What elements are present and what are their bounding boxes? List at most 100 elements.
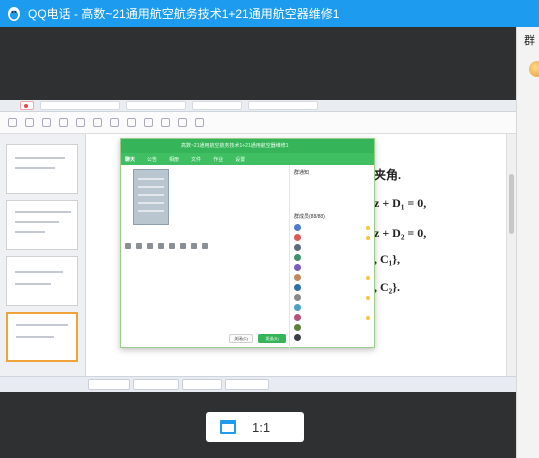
tab-favicon-icon bbox=[24, 103, 28, 108]
scrollbar-thumb[interactable] bbox=[509, 174, 514, 234]
taskbar-app[interactable] bbox=[88, 379, 130, 390]
taskbar-app[interactable] bbox=[133, 379, 179, 390]
toolbar-button[interactable] bbox=[93, 118, 102, 127]
taskbar-app[interactable] bbox=[225, 379, 269, 390]
folder-icon[interactable] bbox=[158, 243, 164, 249]
toolbar-button[interactable] bbox=[25, 118, 34, 127]
member-list-item[interactable] bbox=[294, 283, 372, 292]
admin-badge-icon bbox=[366, 275, 370, 280]
tab-notice[interactable]: 公告 bbox=[147, 156, 157, 163]
avatar bbox=[294, 224, 301, 231]
browser-tab[interactable] bbox=[40, 101, 120, 110]
member-list-item[interactable] bbox=[294, 233, 372, 242]
shared-screen: 夹角. z + D₁ = 0, z + D₂ = 0, , C₁}, , C₂}… bbox=[0, 100, 516, 392]
chat-image-message[interactable] bbox=[133, 169, 169, 225]
avatar bbox=[294, 324, 301, 331]
tab-album[interactable]: 相册 bbox=[169, 156, 179, 163]
avatar bbox=[294, 294, 301, 301]
avatar bbox=[294, 304, 301, 311]
member-list-item[interactable] bbox=[294, 253, 372, 262]
admin-badge-icon bbox=[366, 235, 370, 240]
hongbao-icon[interactable] bbox=[202, 243, 208, 249]
microphone-icon[interactable] bbox=[180, 243, 186, 249]
tab-chat[interactable]: 聊天 bbox=[125, 156, 135, 163]
avatar bbox=[294, 284, 301, 291]
document-toolbar bbox=[0, 112, 516, 134]
slide-text: z + D₂ = 0, bbox=[374, 226, 427, 240]
avatar bbox=[294, 254, 301, 261]
member-list-title: 群成员(88/88) bbox=[294, 214, 325, 220]
toolbar-button[interactable] bbox=[178, 118, 187, 127]
member-list-item[interactable] bbox=[294, 323, 372, 332]
close-button[interactable]: 关闭(C) bbox=[229, 334, 253, 343]
toolbar-button[interactable] bbox=[76, 118, 85, 127]
avatar bbox=[294, 264, 301, 271]
browser-tab[interactable] bbox=[248, 101, 318, 110]
chat-divider bbox=[289, 165, 290, 348]
browser-tab[interactable] bbox=[20, 101, 34, 110]
admin-badge-icon bbox=[366, 225, 370, 230]
slide-text: z + D₁ = 0, bbox=[374, 196, 427, 210]
qq-group-chat-window: 高数~21通用航空航务技术1+21通用航空器维修1 聊天 公告 相册 文件 作业… bbox=[120, 138, 375, 348]
toolbar-button[interactable] bbox=[127, 118, 136, 127]
toolbar-button[interactable] bbox=[110, 118, 119, 127]
member-list-item[interactable] bbox=[294, 293, 372, 302]
member-list-item[interactable] bbox=[294, 313, 372, 322]
gif-icon[interactable] bbox=[136, 243, 142, 249]
window-title: QQ电话 - 高数~21通用航空航务技术1+21通用航空器维修1 bbox=[28, 7, 340, 21]
tab-homework[interactable]: 作业 bbox=[213, 156, 223, 163]
emoji-icon[interactable] bbox=[125, 243, 131, 249]
browser-tab-strip bbox=[0, 100, 516, 112]
member-list-item[interactable] bbox=[294, 243, 372, 252]
browser-tab[interactable] bbox=[192, 101, 242, 110]
member-list-item[interactable] bbox=[294, 273, 372, 282]
tab-files[interactable]: 文件 bbox=[191, 156, 201, 163]
avatar bbox=[294, 334, 301, 341]
os-taskbar bbox=[0, 376, 516, 392]
slide-thumbnail[interactable] bbox=[6, 256, 78, 306]
member-avatar[interactable] bbox=[529, 61, 539, 77]
slide-thumbnail-selected[interactable] bbox=[6, 312, 78, 362]
toolbar-button[interactable] bbox=[144, 118, 153, 127]
admin-badge-icon bbox=[366, 295, 370, 300]
zoom-ratio-label[interactable]: 1:1 bbox=[252, 420, 270, 435]
slide-thumbnail[interactable] bbox=[6, 144, 78, 194]
group-notice-title: 群通知 bbox=[294, 170, 310, 176]
tab-settings[interactable]: 设置 bbox=[235, 156, 245, 163]
admin-badge-icon bbox=[366, 315, 370, 320]
window-icon[interactable] bbox=[220, 420, 236, 434]
member-list-item[interactable] bbox=[294, 333, 372, 342]
avatar bbox=[294, 274, 301, 281]
toolbar-button[interactable] bbox=[161, 118, 170, 127]
avatar bbox=[294, 244, 301, 251]
avatar bbox=[294, 314, 301, 321]
vertical-scrollbar[interactable] bbox=[506, 134, 516, 376]
scissors-icon[interactable] bbox=[147, 243, 153, 249]
slide-text: , C₂}. bbox=[374, 280, 400, 294]
browser-tab[interactable] bbox=[126, 101, 186, 110]
member-list-item[interactable] bbox=[294, 263, 372, 272]
slide-thumbnail-panel bbox=[0, 134, 86, 376]
slide-text: , C₁}, bbox=[374, 252, 400, 266]
qq-penguin-icon bbox=[8, 6, 20, 21]
group-panel-title: 群 bbox=[524, 35, 535, 47]
toolbar-button[interactable] bbox=[42, 118, 51, 127]
member-list-item[interactable] bbox=[294, 303, 372, 312]
taskbar-app[interactable] bbox=[182, 379, 222, 390]
toolbar-button[interactable] bbox=[195, 118, 204, 127]
toolbar-button[interactable] bbox=[59, 118, 68, 127]
group-side-panel: 群 bbox=[516, 27, 539, 458]
zoom-control[interactable]: 1:1 bbox=[206, 412, 304, 442]
send-button[interactable]: 发送(S) bbox=[258, 334, 286, 343]
title-bar: QQ电话 - 高数~21通用航空航务技术1+21通用航空器维修1 bbox=[0, 0, 539, 27]
slide-thumbnail[interactable] bbox=[6, 200, 78, 250]
image-icon[interactable] bbox=[169, 243, 175, 249]
chat-tab-strip: 聊天 公告 相册 文件 作业 设置 bbox=[121, 153, 374, 165]
chat-title-bar: 高数~21通用航空航务技术1+21通用航空器维修1 bbox=[121, 139, 374, 153]
slide-text: 夹角. bbox=[374, 168, 402, 182]
toolbar-button[interactable] bbox=[8, 118, 17, 127]
member-list-item[interactable] bbox=[294, 223, 372, 232]
input-toolbar bbox=[125, 241, 289, 251]
clock-icon[interactable] bbox=[191, 243, 197, 249]
chat-title: 高数~21通用航空航务技术1+21通用航空器维修1 bbox=[181, 143, 289, 149]
